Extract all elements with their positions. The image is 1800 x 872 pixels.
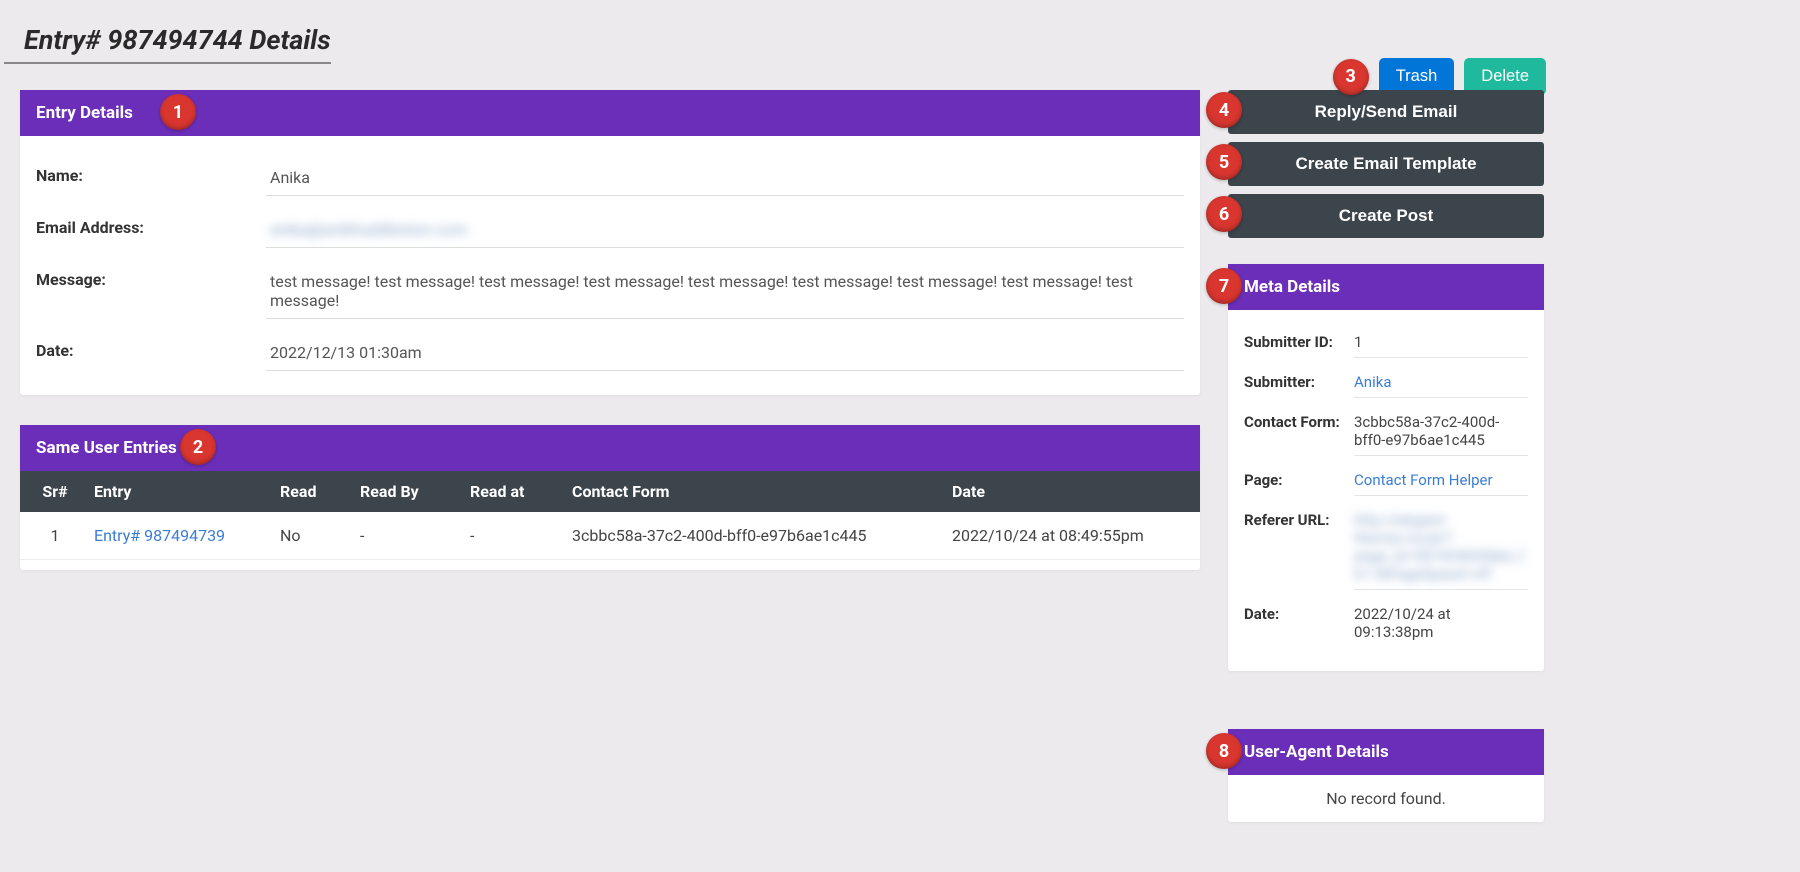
user-agent-header: User-Agent Details — [1228, 729, 1544, 775]
meta-page-label: Page: — [1244, 468, 1354, 489]
meta-page-link[interactable]: Contact Form Helper — [1354, 468, 1528, 496]
meta-date-label: Date: — [1244, 602, 1354, 623]
meta-submitter-id-label: Submitter ID: — [1244, 330, 1354, 351]
field-date-value: 2022/12/13 01:30am — [266, 335, 1184, 371]
create-email-template-button[interactable]: Create Email Template — [1228, 142, 1544, 186]
meta-submitter-label: Submitter: — [1244, 370, 1354, 391]
entry-details-header-text: Entry Details — [36, 103, 133, 123]
col-date: Date — [952, 482, 1182, 501]
meta-details-header: Meta Details — [1228, 264, 1544, 310]
cell-readat: - — [470, 526, 572, 545]
badge-6: 6 — [1206, 196, 1242, 232]
field-email-label: Email Address: — [36, 212, 266, 237]
cell-date: 2022/10/24 at 08:49:55pm — [952, 526, 1182, 545]
col-readby: Read By — [360, 482, 470, 501]
meta-contact-form-label: Contact Form: — [1244, 410, 1354, 431]
badge-5: 5 — [1206, 144, 1242, 180]
col-sr: Sr# — [20, 482, 90, 501]
field-name-label: Name: — [36, 160, 266, 185]
badge-3: 3 — [1333, 59, 1369, 95]
same-user-header: Same User Entries 2 — [20, 425, 1200, 471]
meta-details-panel: 7 Meta Details Submitter ID: 1 Submitter… — [1228, 264, 1544, 671]
cell-read: No — [280, 526, 360, 545]
user-agent-no-record: No record found. — [1228, 775, 1544, 822]
meta-submitter-link[interactable]: Anika — [1354, 370, 1528, 398]
badge-2: 2 — [180, 429, 216, 465]
same-user-table-header: Sr# Entry Read Read By Read at Contact F… — [20, 471, 1200, 512]
meta-date-value: 2022/10/24 at 09:13:38pm — [1354, 602, 1528, 647]
field-name: Name: Anika — [36, 150, 1184, 202]
entry-details-panel: Entry Details 1 Name: Anika Email Addres… — [20, 90, 1200, 395]
user-agent-panel: 8 User-Agent Details No record found. — [1228, 729, 1544, 822]
badge-1: 1 — [160, 94, 196, 130]
cell-readby: - — [360, 526, 470, 545]
col-entry: Entry — [90, 482, 280, 501]
reply-send-email-button[interactable]: Reply/Send Email — [1228, 90, 1544, 134]
badge-7: 7 — [1206, 268, 1242, 304]
col-form: Contact Form — [572, 482, 952, 501]
badge-8: 8 — [1206, 733, 1242, 769]
field-date-label: Date: — [36, 335, 266, 360]
same-user-panel: Same User Entries 2 Sr# Entry Read Read … — [20, 425, 1200, 570]
field-email-value: anika@anikhuddleston.com — [266, 212, 1184, 248]
meta-referer-link[interactable]: http://elegant-themes.local/?page_id=987… — [1354, 508, 1528, 590]
field-date: Date: 2022/12/13 01:30am — [36, 325, 1184, 377]
cell-entry-link[interactable]: Entry# 987494739 — [94, 526, 225, 545]
meta-contact-form-value: 3cbbc58a-37c2-400d-bff0-e97b6ae1c445 — [1354, 410, 1528, 456]
field-email: Email Address: anika@anikhuddleston.com — [36, 202, 1184, 254]
cell-form: 3cbbc58a-37c2-400d-bff0-e97b6ae1c445 — [572, 526, 952, 545]
field-message-value: test message! test message! test message… — [266, 264, 1184, 319]
badge-4: 4 — [1206, 92, 1242, 128]
page-title: Entry# 987494744 Details — [4, 0, 331, 64]
col-read: Read — [280, 482, 360, 501]
create-post-button[interactable]: Create Post — [1228, 194, 1544, 238]
entry-details-header: Entry Details 1 — [20, 90, 1200, 136]
col-readat: Read at — [470, 482, 572, 501]
table-row: 1 Entry# 987494739 No - - 3cbbc58a-37c2-… — [20, 512, 1200, 560]
field-message-label: Message: — [36, 264, 266, 289]
meta-referer-label: Referer URL: — [1244, 508, 1354, 529]
same-user-header-text: Same User Entries — [36, 438, 177, 458]
meta-submitter-id-value: 1 — [1354, 330, 1528, 358]
field-name-value: Anika — [266, 160, 1184, 196]
cell-sr: 1 — [20, 526, 90, 545]
field-message: Message: test message! test message! tes… — [36, 254, 1184, 325]
